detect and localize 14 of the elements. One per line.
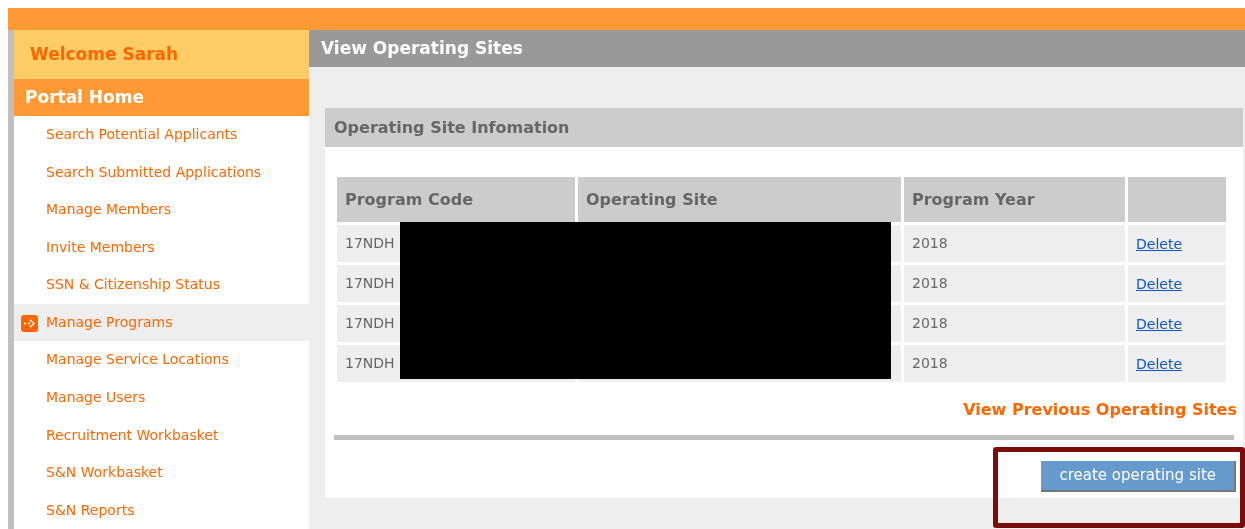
previous-sites-link[interactable]: View Previous Operating Sites [963,398,1237,422]
column-header: Program Year [904,177,1125,222]
create-button[interactable]: create operating site [1041,461,1236,492]
table-cell: 2018 [904,345,1125,382]
portal-home-link[interactable]: Portal Home [14,78,309,116]
table-cell: 2018 [904,305,1125,342]
table-cell: 2018 [904,225,1125,262]
sidebar-item[interactable]: Manage Programs [14,303,309,342]
welcome-text: Welcome Sarah [14,30,309,79]
column-header: Operating Site [578,177,901,222]
column-header: Program Code [337,177,575,222]
table-cell: 2018 [904,265,1125,302]
panel-title: Operating Site Infomation [325,108,1243,147]
page-title: View Operating Sites [309,30,1245,67]
